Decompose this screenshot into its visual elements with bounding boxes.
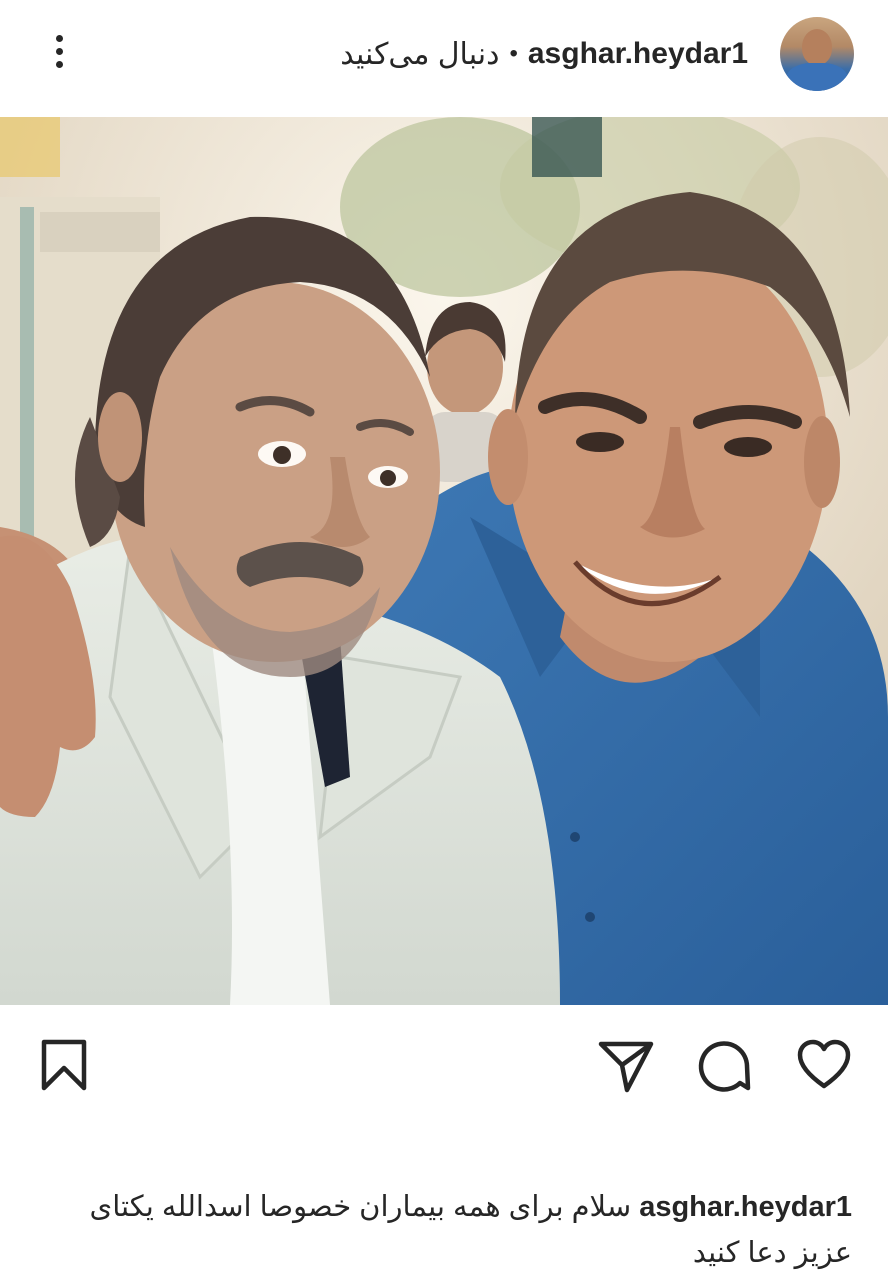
post-header: دنبال می‌کنید • asghar.heydar1	[0, 0, 888, 110]
more-dot	[55, 35, 63, 42]
post-photo-illustration	[0, 117, 888, 1005]
more-dot	[55, 61, 63, 68]
heart-icon[interactable]	[794, 1036, 854, 1096]
comment-icon-svg	[698, 1041, 751, 1092]
more-options-icon[interactable]	[44, 30, 74, 80]
header-username[interactable]: asghar.heydar1	[528, 37, 748, 71]
caption-username[interactable]: asghar.heydar1	[639, 1191, 852, 1223]
bookmark-icon[interactable]	[34, 1036, 94, 1096]
more-dot	[55, 48, 63, 55]
avatar-face	[802, 29, 832, 65]
heart-icon-svg	[797, 1039, 851, 1089]
send-icon[interactable]	[596, 1036, 656, 1096]
post-actions	[0, 1020, 888, 1110]
avatar[interactable]	[780, 17, 854, 91]
following-label[interactable]: دنبال می‌کنید	[340, 37, 499, 72]
bookmark-icon-svg	[41, 1039, 87, 1091]
avatar-shirt	[786, 63, 848, 91]
post-image[interactable]	[0, 117, 888, 1005]
separator-dot: •	[509, 40, 518, 67]
send-icon-svg	[598, 1041, 654, 1093]
post-caption: asghar.heydar1 سلام برای همه بیماران خصو…	[42, 1184, 853, 1276]
comment-icon[interactable]	[694, 1036, 754, 1096]
header-text: دنبال می‌کنید • asghar.heydar1	[340, 36, 748, 72]
